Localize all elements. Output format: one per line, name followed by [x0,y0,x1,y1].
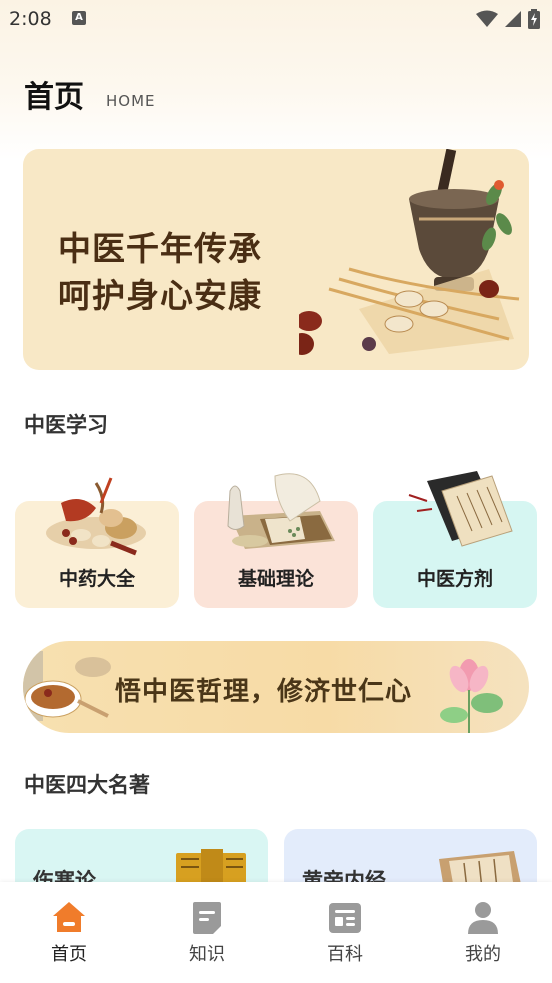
person-icon [468,902,498,934]
nav-knowledge[interactable]: 知识 [147,882,267,972]
hero-banner[interactable]: 中医千年传承 呵护身心安康 [23,149,529,370]
nav-home[interactable]: 首页 [9,882,129,972]
status-bar: 2:08 A [0,0,552,40]
keyboard-notification-icon: A [72,11,86,25]
nav-home-label: 首页 [51,944,87,965]
hero-line-1: 中医千年传承 [58,229,262,268]
slogan-text: 悟中医哲理，修济世仁心 [115,677,413,707]
status-time: 2:08 [9,8,52,30]
card-theory-label: 基础理论 [237,568,314,590]
knowledge-icon [193,902,221,934]
status-icons [476,9,540,29]
nav-profile-label: 我的 [465,944,501,965]
study-section-title: 中医学习 [24,413,108,437]
slogan-banner[interactable]: 悟中医哲理，修济世仁心 [23,641,529,733]
nav-encyclopedia[interactable]: 百科 [285,882,405,972]
encyclopedia-icon [329,903,361,933]
page-title: 首页 [24,80,84,115]
nav-profile[interactable]: 我的 [423,882,543,972]
hero-line-2: 呵护身心安康 [58,276,262,315]
card-herbs[interactable]: 中药大全 [15,477,179,608]
herb-bowl-illustration [23,651,111,721]
lotus-icon [440,659,503,733]
mortar-herbs-illustration [299,149,520,355]
book-shanghanlun[interactable]: 伤寒论 [15,829,268,889]
page-subtitle: HOME [106,92,156,110]
card-prescriptions[interactable]: 中医方剂 [373,471,537,608]
battery-icon [528,9,540,29]
nav-knowledge-label: 知识 [189,944,225,965]
nav-encyclopedia-label: 百科 [327,944,363,965]
bottom-navigation: 首页 知识 百科 我的 [0,882,552,983]
card-herbs-label: 中药大全 [58,568,135,590]
book-huangdineijing[interactable]: 黄帝内经 [284,829,537,889]
herbs-icon [46,477,146,556]
home-icon [53,902,85,932]
classics-section-title: 中医四大名著 [24,773,150,797]
prescription-book-icon [408,471,513,547]
signal-icon [505,11,521,27]
wifi-icon [476,10,498,27]
card-prescriptions-label: 中医方剂 [416,568,493,590]
theory-book-icon [227,473,335,549]
card-theory[interactable]: 基础理论 [194,473,358,608]
